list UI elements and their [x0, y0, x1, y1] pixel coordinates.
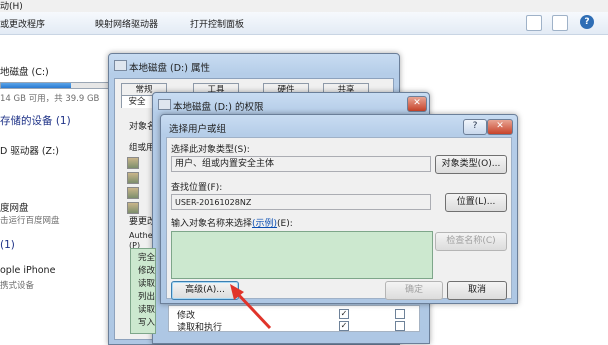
group-label: 组或用: [129, 143, 155, 153]
iphone-sub: 携式设备: [0, 281, 35, 291]
select-users-dialog: 选择用户或组 ? ✕ 选择此对象类型(S): 用户、组或内置安全主体 对象类型(…: [160, 114, 518, 304]
help-icon[interactable]: ?: [580, 15, 594, 29]
examples-link[interactable]: (示例): [252, 219, 277, 229]
perm-row-read-exec: 读取和执行: [177, 323, 223, 333]
permissions-icon: [158, 99, 171, 110]
object-type-label: 选择此对象类型(S):: [171, 145, 250, 155]
perm-bottom-list: 修改 ✓ 读取和执行 ✓: [168, 305, 420, 333]
properties-title: 本地磁盘 (D:) 属性: [129, 63, 210, 74]
locations-button[interactable]: 位置(L)...: [445, 193, 507, 212]
location-field: USER-20161028NZ: [171, 194, 431, 210]
perm-full: 完全: [138, 253, 156, 263]
annotation-arrow-icon: [230, 284, 272, 330]
toolbar-uninstall[interactable]: 或更改程序: [0, 17, 45, 30]
cancel-button[interactable]: 取消: [447, 281, 507, 300]
perm-list: 列出: [138, 292, 156, 302]
perm-read-exec: 读取: [138, 279, 156, 289]
object-types-button[interactable]: 对象类型(O)...: [435, 155, 507, 174]
iphone-device[interactable]: ople iPhone: [0, 265, 55, 276]
help-button[interactable]: ?: [463, 119, 487, 135]
allow-checkbox[interactable]: ✓: [339, 309, 349, 319]
deny-checkbox[interactable]: [395, 309, 405, 319]
names-label: 输入对象名称来选择(示例)(E):: [171, 219, 293, 229]
object-type-field: 用户、组或内置安全主体: [171, 156, 431, 172]
perm-modify: 修改: [138, 266, 156, 276]
preview-pane-icon[interactable]: [552, 15, 568, 31]
permissions-title: 本地磁盘 (D:) 的权限: [173, 102, 264, 113]
menu-help[interactable]: 动(H): [0, 0, 23, 12]
user-icon: [127, 187, 139, 199]
drive-c[interactable]: 地磁盘 (C:): [0, 64, 49, 78]
user-icon: [127, 172, 139, 184]
select-close-button[interactable]: ✕: [487, 119, 513, 135]
toolbar: 或更改程序 映射网络驱动器 打开控制面板 ?: [0, 12, 608, 35]
removable-heading[interactable]: 存储的设备 (1): [0, 113, 71, 128]
drive-c-free: 14 GB 可用，共 39.9 GB: [0, 94, 100, 104]
perm-read: 读取: [138, 305, 156, 315]
view-icon[interactable]: [526, 15, 542, 31]
user-icon: [127, 157, 139, 169]
toolbar-map-drive[interactable]: 映射网络驱动器: [95, 17, 158, 30]
perm-list-peek: 完全 修改 读取 列出 读取 写入: [130, 248, 156, 334]
perm-write: 写入: [138, 318, 156, 328]
select-client: 选择此对象类型(S): 用户、组或内置安全主体 对象类型(O)... 查找位置(…: [166, 137, 512, 300]
select-dialog-title: 选择用户或组: [169, 124, 227, 135]
check-names-button[interactable]: 检查名称(C): [435, 232, 507, 251]
object-names-input[interactable]: [171, 231, 433, 279]
drive-c-usage-bar: [0, 82, 110, 89]
baidu-netdisk-sub: 击运行百度网盘: [0, 216, 60, 226]
drive-z[interactable]: D 驱动器 (Z:): [0, 143, 59, 157]
drive-icon: [114, 60, 127, 71]
user-icon: [127, 202, 139, 214]
toolbar-control-panel[interactable]: 打开控制面板: [190, 17, 244, 30]
other-heading[interactable]: (1): [0, 239, 15, 251]
tab-security[interactable]: 安全: [121, 95, 153, 108]
baidu-netdisk[interactable]: 度网盘: [0, 200, 29, 214]
location-label: 查找位置(F):: [171, 183, 223, 193]
permissions-close-button[interactable]: ✕: [407, 96, 427, 112]
ok-button[interactable]: 确定: [385, 281, 443, 300]
